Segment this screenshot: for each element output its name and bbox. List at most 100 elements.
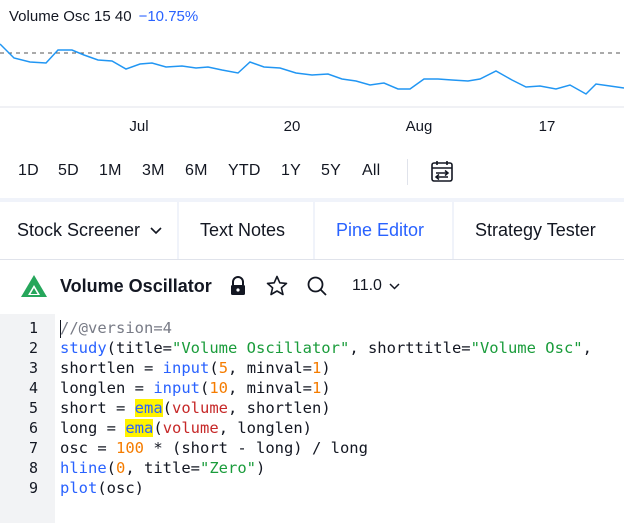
pine-editor-toolbar: Volume Oscillator 11.0 xyxy=(0,259,624,314)
bottom-panel-tabs: Stock Screener Text Notes Pine Editor St… xyxy=(0,202,624,259)
tab-separator xyxy=(452,202,454,259)
search-icon[interactable] xyxy=(305,274,329,298)
lock-icon[interactable] xyxy=(226,274,250,298)
tab-strategy-tester[interactable]: Strategy Tester xyxy=(475,202,596,259)
code-token: , shorttitle= xyxy=(349,339,471,357)
code-token: = xyxy=(144,359,163,377)
code-token: longlen xyxy=(60,379,135,397)
range-button-5y[interactable]: 5Y xyxy=(321,162,341,180)
range-button-ytd[interactable]: YTD xyxy=(228,162,261,180)
code-token: shortlen xyxy=(60,359,144,377)
code-text: longlen = input(10, minval=1) xyxy=(60,378,331,398)
tab-label: Strategy Tester xyxy=(475,220,596,240)
code-editor[interactable]: 1 //@version=4 2 study(title="Volume Oscill… xyxy=(0,314,624,523)
x-tick-17: 17 xyxy=(538,118,556,135)
oscillator-line xyxy=(0,43,624,95)
code-token: volume xyxy=(162,419,219,437)
code-token: study xyxy=(60,339,107,357)
range-separator xyxy=(407,159,408,185)
code-token: ) xyxy=(321,359,331,377)
code-text: study(title="Volume Oscillator", shortti… xyxy=(60,338,592,358)
code-token: = xyxy=(134,379,154,397)
tab-pine-editor[interactable]: Pine Editor xyxy=(336,202,424,259)
code-token: 1 xyxy=(312,379,322,397)
code-text: short = ema(volume, shortlen) xyxy=(60,398,331,418)
calendar-compare-icon[interactable] xyxy=(428,159,456,185)
code-line[interactable]: 7 osc = 100 * (short - long) / long xyxy=(0,438,624,458)
indicator-name: Volume Osc 15 40 xyxy=(9,8,132,25)
indicator-chart[interactable]: Volume Osc 15 40 −10.75% Jul 20 Aug 17 xyxy=(0,0,624,143)
code-token: (title= xyxy=(106,339,172,357)
line-number: 2 xyxy=(28,339,38,357)
code-token: //@version=4 xyxy=(60,319,172,337)
code-token: ( xyxy=(106,459,117,477)
code-text: //@version=4 xyxy=(60,318,172,338)
line-number: 9 xyxy=(28,479,38,497)
code-text: osc = 100 * (short - long) / long xyxy=(60,438,368,458)
tab-separator xyxy=(313,202,315,259)
code-line[interactable]: 5 short = ema(volume, shortlen) xyxy=(0,398,624,418)
range-button-1d[interactable]: 1D xyxy=(18,162,39,180)
code-token: ema xyxy=(125,419,154,437)
version-select[interactable]: 11.0 xyxy=(352,277,400,295)
mountain-logo-icon xyxy=(21,275,47,297)
range-button-6m[interactable]: 6M xyxy=(185,162,208,180)
range-button-3m[interactable]: 3M xyxy=(142,162,165,180)
indicator-legend[interactable]: Volume Osc 15 40 −10.75% xyxy=(9,8,198,25)
code-token: (osc) xyxy=(97,479,144,497)
code-text: long = ema(volume, longlen) xyxy=(60,418,312,438)
tab-label: Stock Screener xyxy=(17,220,141,240)
code-token: volume xyxy=(172,399,229,417)
chevron-down-icon xyxy=(389,282,400,290)
tab-stock-screener[interactable]: Stock Screener xyxy=(17,202,162,259)
code-token: , shortlen) xyxy=(228,399,331,417)
code-token: ( xyxy=(209,359,219,377)
code-token: 0 xyxy=(116,459,126,477)
code-text: shortlen = input(5, minval=1) xyxy=(60,358,331,378)
range-button-all[interactable]: All xyxy=(362,162,380,180)
code-token: short xyxy=(60,399,116,417)
code-token: input xyxy=(162,359,210,377)
code-token: , title= xyxy=(125,459,201,477)
x-tick-jul: Jul xyxy=(129,118,149,135)
code-line[interactable]: 3 shortlen = input(5, minval=1) xyxy=(0,358,624,378)
x-tick-20: 20 xyxy=(283,118,301,135)
script-name[interactable]: Volume Oscillator xyxy=(60,276,212,297)
x-tick-aug: Aug xyxy=(405,118,433,135)
code-token: * (short - long) / long xyxy=(144,439,368,457)
code-token: ) xyxy=(256,459,266,477)
line-number: 7 xyxy=(28,439,38,457)
code-token: 100 xyxy=(116,439,144,457)
range-button-1y[interactable]: 1Y xyxy=(281,162,301,180)
star-icon[interactable] xyxy=(265,274,289,298)
version-value: 11.0 xyxy=(352,277,382,294)
code-line[interactable]: 4 longlen = input(10, minval=1) xyxy=(0,378,624,398)
code-line[interactable]: 1 //@version=4 xyxy=(0,318,624,338)
code-token: osc xyxy=(60,439,98,457)
tab-label: Text Notes xyxy=(200,220,286,240)
code-token: "Volume Oscillator" xyxy=(172,339,350,357)
code-token: = xyxy=(116,399,135,417)
code-token: ) xyxy=(321,379,331,397)
line-number: 8 xyxy=(28,459,38,477)
code-line[interactable]: 2 study(title="Volume Oscillator", shortt… xyxy=(0,338,624,358)
code-token: , minval= xyxy=(228,359,313,377)
code-token: ( xyxy=(162,399,173,417)
range-button-1m[interactable]: 1M xyxy=(99,162,122,180)
code-line[interactable]: 6 long = ema(volume, longlen) xyxy=(0,418,624,438)
tab-separator xyxy=(177,202,179,259)
line-number: 1 xyxy=(28,319,38,337)
code-line[interactable]: 8 hline(0, title="Zero") xyxy=(0,458,624,478)
code-token: ( xyxy=(153,419,163,437)
indicator-value: −10.75% xyxy=(138,8,199,25)
range-button-5d[interactable]: 5D xyxy=(58,162,79,180)
code-text: hline(0, title="Zero") xyxy=(60,458,265,478)
code-token: 5 xyxy=(218,359,229,377)
code-token: "Zero" xyxy=(200,459,257,477)
code-text: plot(osc) xyxy=(60,478,144,498)
code-line[interactable]: 9 plot(osc) xyxy=(0,478,624,498)
tab-text-notes[interactable]: Text Notes xyxy=(200,202,285,259)
code-token: , minval= xyxy=(228,379,313,397)
code-token: ( xyxy=(200,379,210,397)
line-number: 4 xyxy=(28,379,38,397)
